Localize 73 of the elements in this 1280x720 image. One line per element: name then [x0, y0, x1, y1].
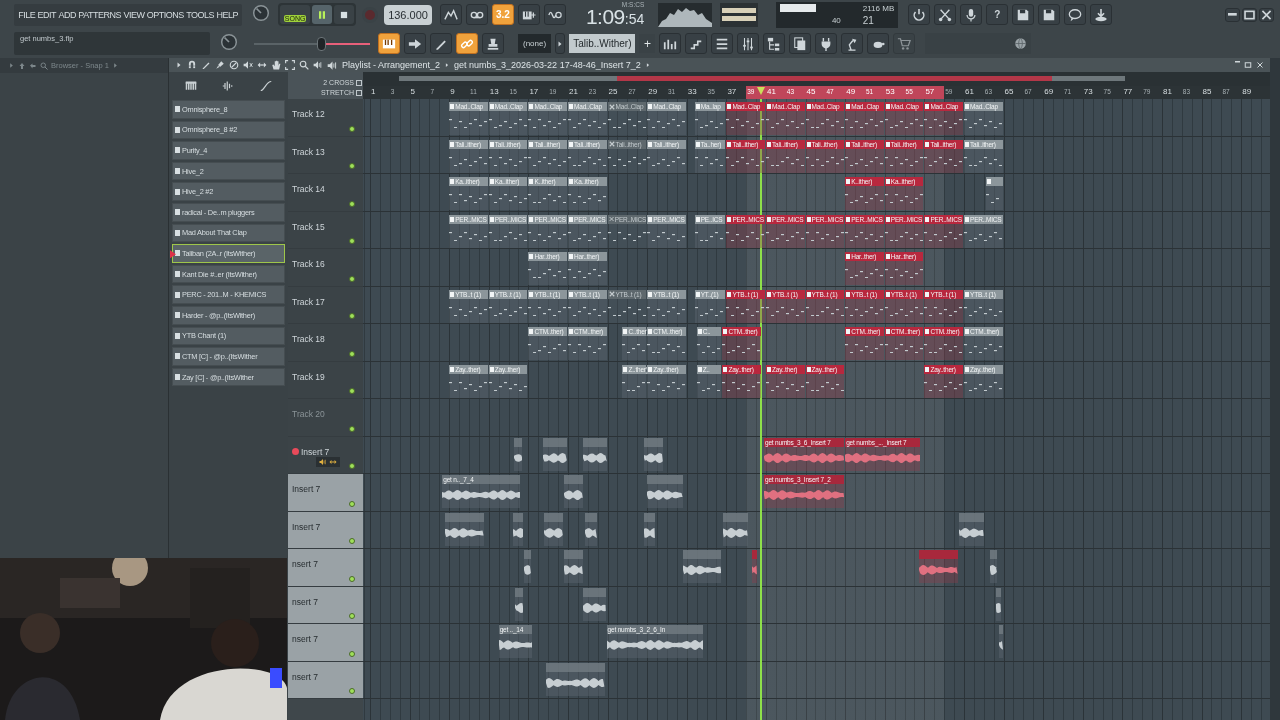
bar-number: 17 — [529, 87, 539, 96]
track-name: Track 20 — [292, 409, 325, 419]
track-name: Insert 7 — [292, 521, 321, 532]
bar-number: 57 — [925, 87, 935, 96]
track-header[interactable]: Track 20 — [288, 399, 363, 437]
track-name: Track 16 — [292, 259, 325, 269]
track-header[interactable]: Track 13 — [288, 136, 363, 174]
track-header[interactable]: Track 16 — [288, 249, 363, 287]
menu-item[interactable]: ADD — [57, 9, 78, 20]
menu-item[interactable]: PATTERNS — [77, 9, 123, 20]
playlist-breadcrumb: get numbs_3_2026-03-22 17-48-46_Insert 7_2 — [454, 60, 641, 70]
bar-number: 49 — [846, 87, 856, 96]
bar-number: 29 — [648, 87, 658, 96]
time-seconds: :54 — [624, 10, 645, 29]
pattern-selector[interactable]: (none) — [518, 34, 552, 53]
track-name: Track 12 — [292, 109, 325, 119]
track-header[interactable]: Track 15 — [288, 211, 363, 249]
track-name: Track 17 — [292, 296, 325, 307]
track-name: Track 19 — [292, 371, 325, 382]
bar-number: 53 — [885, 87, 895, 96]
bar-number: 89 — [1242, 87, 1252, 96]
cpu-readout: 21 — [862, 14, 875, 26]
bar-number: 61 — [965, 87, 974, 96]
bar-number: 69 — [1044, 87, 1054, 96]
menu-item[interactable]: EDIT — [36, 9, 58, 20]
track-name: Track 15 — [292, 221, 325, 232]
bar-number: 85 — [1202, 87, 1212, 96]
track-header[interactable]: Track 18 — [288, 324, 363, 362]
polyphony-readout: 40 — [831, 15, 841, 25]
bar-number: 45 — [806, 87, 816, 96]
track-name: Insert 7 — [292, 484, 321, 494]
channel-selector[interactable]: Talib..Wither) — [569, 34, 636, 53]
track-name: nsert 7 — [292, 671, 318, 682]
memory-readout: 2116 MB — [862, 3, 895, 13]
track-header[interactable]: Track 12 — [288, 99, 363, 137]
track-name: nsert 7 — [292, 559, 318, 569]
menu-item[interactable]: FILE — [17, 9, 37, 20]
track-header[interactable]: Insert 7 — [288, 474, 363, 512]
tempo-display[interactable]: 136.000 — [384, 4, 432, 25]
help-button[interactable]: ? — [986, 4, 1009, 25]
bar-number: 13 — [489, 87, 499, 96]
menu-item[interactable]: TOOLS — [185, 9, 216, 20]
menu-item[interactable]: HELP — [215, 9, 240, 20]
track-header[interactable]: Track 19 — [288, 361, 363, 399]
bar-number: 1 — [371, 87, 376, 96]
bar-number: 65 — [1004, 87, 1014, 96]
bar-number: 37 — [727, 87, 737, 96]
track-name: Track 18 — [292, 334, 325, 344]
track-name: nsert 7 — [292, 596, 318, 607]
track-header[interactable]: Insert 7 — [288, 436, 363, 474]
track-name: nsert 7 — [292, 634, 318, 644]
track-name: Insert 7 — [301, 446, 330, 457]
track-header[interactable]: Track 14 — [288, 174, 363, 212]
bar-number: 77 — [1123, 87, 1133, 96]
bar-number: 73 — [1083, 87, 1093, 96]
track-name: Track 13 — [292, 146, 325, 157]
track-name: Track 14 — [292, 184, 325, 194]
track-header[interactable]: nsert 7 — [288, 549, 363, 587]
bar-number: 41 — [767, 87, 776, 96]
bar-number: 9 — [450, 87, 455, 96]
bar-number: 25 — [608, 87, 618, 96]
track-header[interactable]: Track 17 — [288, 286, 363, 324]
bar-number: 21 — [569, 87, 578, 96]
track-header[interactable]: nsert 7 — [288, 586, 363, 624]
menu-item[interactable]: OPTIONS — [145, 9, 185, 20]
menu-item[interactable]: VIEW — [122, 9, 146, 20]
track-header[interactable]: nsert 7 — [288, 661, 363, 699]
bar-number: 81 — [1163, 87, 1172, 96]
playlist-title: Playlist - Arrangement_2 — [342, 60, 441, 70]
track-header[interactable]: nsert 7 — [288, 624, 363, 662]
track-header[interactable]: Insert 7 — [288, 511, 363, 549]
bar-number: 33 — [687, 87, 697, 96]
bar-number: 5 — [410, 87, 416, 96]
